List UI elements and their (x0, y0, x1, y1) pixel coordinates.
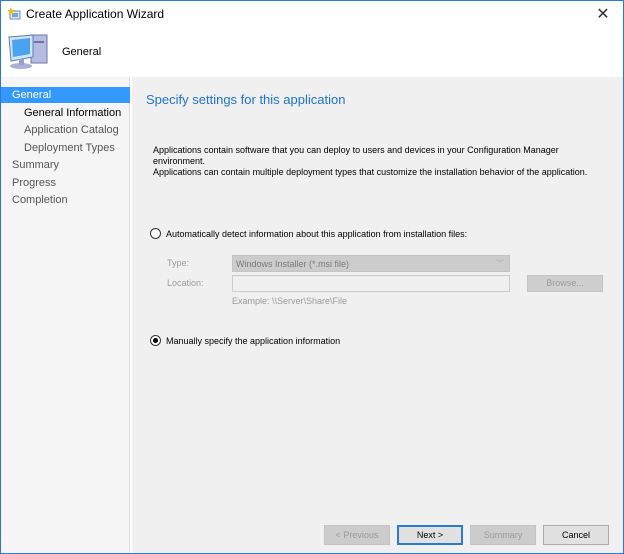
description: Applications contain software that you c… (153, 145, 613, 178)
page-title: Specify settings for this application (146, 92, 345, 107)
nav-item-general-information[interactable]: General Information (1, 105, 130, 121)
cancel-button[interactable]: Cancel (543, 525, 609, 545)
nav-item-completion[interactable]: Completion (1, 192, 130, 208)
header-title: General (62, 46, 101, 58)
nav-item-application-catalog[interactable]: Application Catalog (1, 122, 130, 138)
type-label: Type: (167, 258, 189, 268)
next-button[interactable]: Next > (397, 525, 463, 545)
type-value: Windows Installer (*.msi file) (236, 259, 349, 269)
auto-detect-label[interactable]: Automatically detect information about t… (166, 229, 467, 239)
description-line-2: Applications can contain multiple deploy… (153, 167, 613, 178)
chevron-down-icon: ﹀ (496, 258, 504, 269)
type-select[interactable]: Windows Installer (*.msi file) ﹀ (232, 255, 510, 272)
computer-icon (7, 31, 51, 71)
app-wizard-icon (8, 7, 21, 20)
description-line-1: Applications contain software that you c… (153, 145, 613, 167)
nav-item-summary[interactable]: Summary (1, 157, 130, 173)
wizard-window: Create Application Wizard ✕ General Gene… (0, 0, 624, 554)
nav-item-general[interactable]: General (1, 87, 130, 103)
auto-detect-radio[interactable] (150, 228, 161, 239)
wizard-nav: General General Information Application … (1, 77, 130, 553)
wizard-header: General (1, 27, 623, 77)
title-bar: Create Application Wizard ✕ (1, 1, 623, 27)
manual-radio[interactable] (150, 335, 161, 346)
location-example: Example: \\Server\Share\File (232, 296, 347, 306)
previous-button[interactable]: < Previous (324, 525, 390, 545)
close-button[interactable]: ✕ (591, 4, 615, 24)
manual-label[interactable]: Manually specify the application informa… (166, 336, 340, 346)
main-panel: Specify settings for this application Ap… (132, 77, 623, 553)
location-label: Location: (167, 278, 204, 288)
location-input[interactable] (232, 275, 510, 292)
nav-item-deployment-types[interactable]: Deployment Types (1, 140, 130, 156)
browse-button[interactable]: Browse... (527, 275, 603, 292)
summary-button[interactable]: Summary (470, 525, 536, 545)
nav-item-progress[interactable]: Progress (1, 175, 130, 191)
window-title: Create Application Wizard (26, 7, 164, 21)
